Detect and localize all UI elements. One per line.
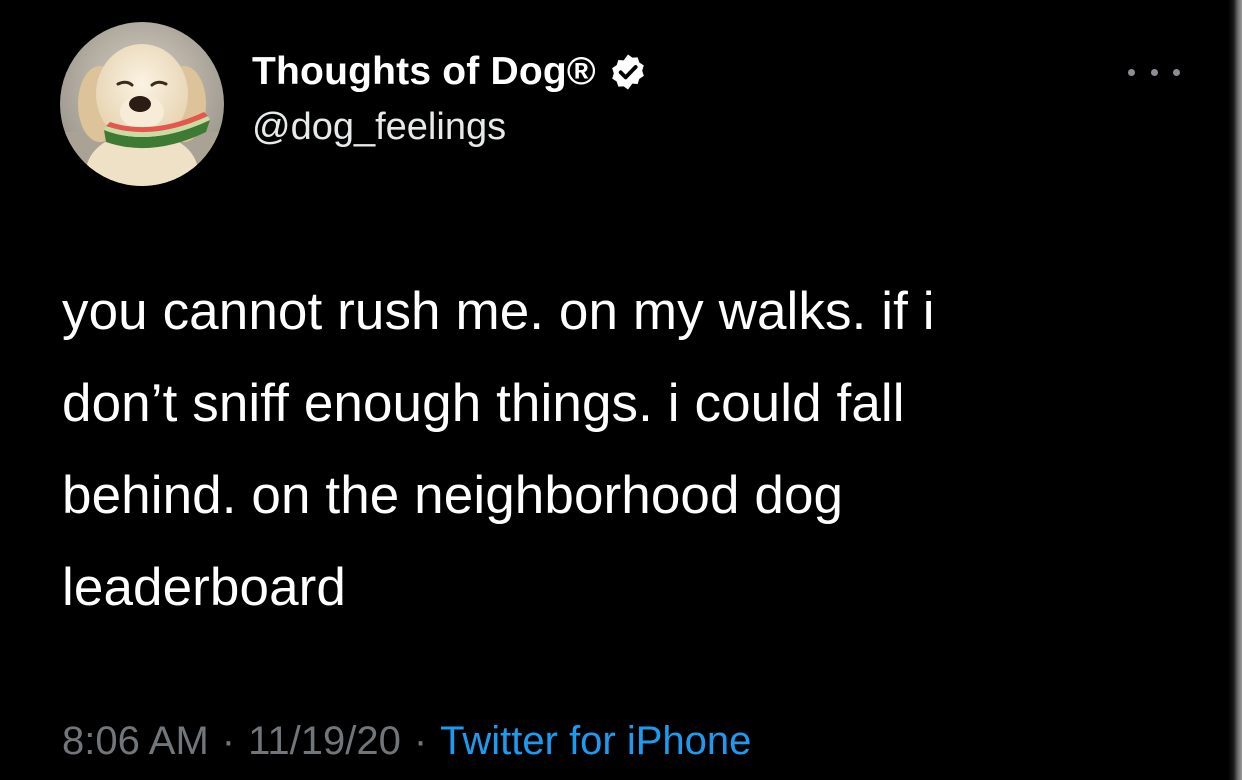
meta-separator: · — [413, 718, 428, 763]
display-name-row: Thoughts of Dog® — [252, 44, 648, 100]
tweet-card: Thoughts of Dog® @dog_feelings you canno… — [0, 0, 1242, 780]
verified-badge-icon — [608, 52, 648, 92]
tweet-date[interactable]: 11/19/20 — [248, 719, 401, 764]
meta-separator: · — [221, 718, 236, 763]
tweet-time[interactable]: 8:06 AM — [62, 719, 209, 764]
avatar[interactable] — [60, 22, 224, 186]
more-dot — [1173, 68, 1180, 76]
tweet-metadata: 8:06 AM · 11/19/20 · Twitter for iPhone — [62, 713, 751, 769]
tweet-text-line: leaderboard — [62, 558, 346, 617]
user-handle[interactable]: @dog_feelings — [252, 106, 506, 149]
more-dot — [1128, 68, 1135, 76]
tweet-source-link[interactable]: Twitter for iPhone — [440, 719, 751, 764]
screen-edge — [1228, 0, 1242, 780]
display-name[interactable]: Thoughts of Dog® — [252, 50, 596, 94]
tweet-text: you cannot rush me. on my walks. if i do… — [62, 266, 1142, 634]
tweet-text-line: behind. on the neighborhood dog — [62, 466, 844, 525]
more-dot — [1150, 68, 1158, 76]
tweet-text-line: you cannot rush me. on my walks. if i — [62, 282, 935, 341]
tweet-text-line: don’t sniff enough things. i could fall — [62, 374, 905, 433]
dog-avatar-image — [60, 22, 224, 186]
more-options-icon[interactable] — [1128, 58, 1180, 86]
